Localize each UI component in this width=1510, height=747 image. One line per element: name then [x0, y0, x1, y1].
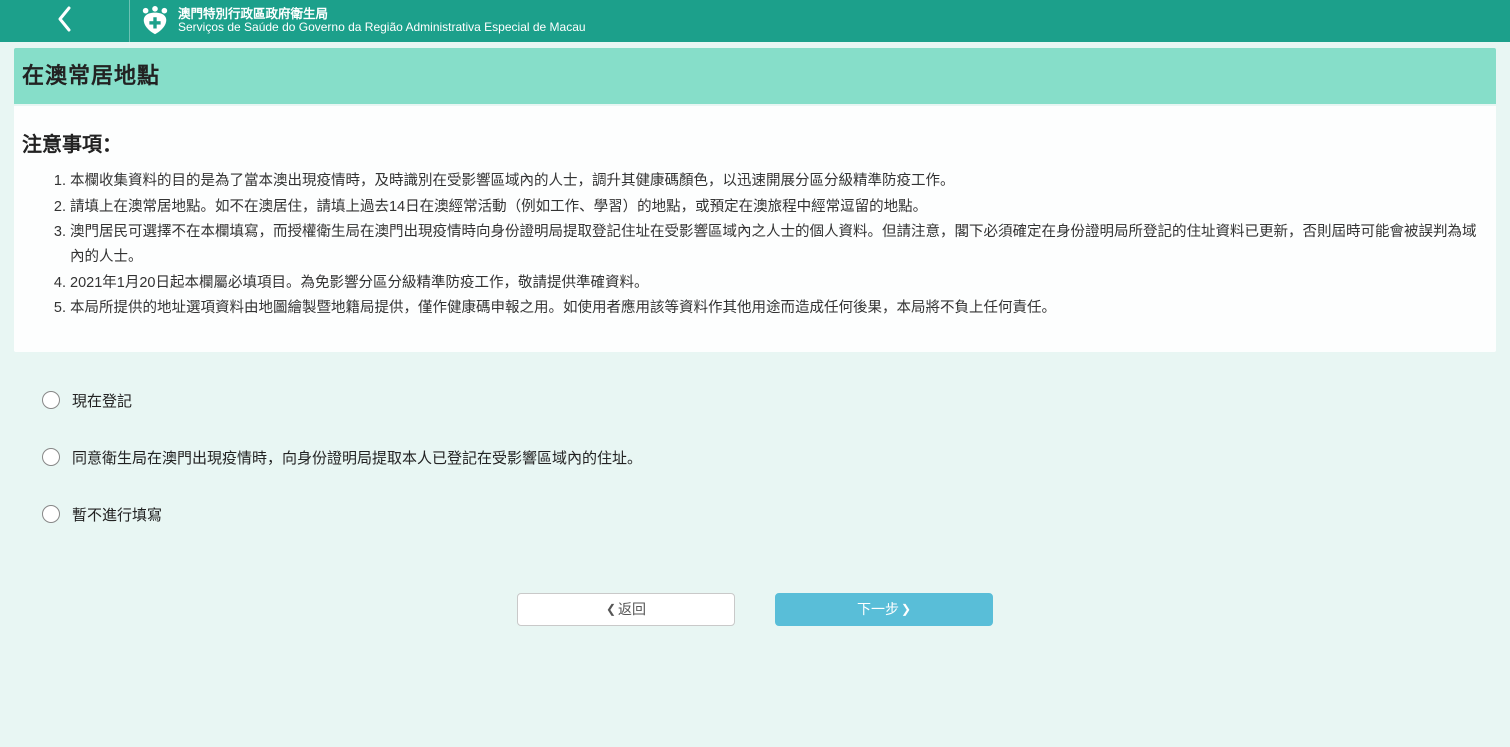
top-header: 澳門特別行政區政府衛生局 Serviços de Saúde do Govern… — [0, 0, 1510, 42]
notice-card: 注意事項： 本欄收集資料的目的是為了當本澳出現疫情時，及時識別在受影響區域內的人… — [14, 106, 1496, 352]
option-authorize-dsi[interactable]: 同意衛生局在澳門出現疫情時，向身份證明局提取本人已登記在受影響區域內的住址。 — [42, 447, 1468, 468]
back-button[interactable] — [0, 0, 130, 42]
option-register-now[interactable]: 現在登記 — [42, 390, 1468, 411]
page-title: 在澳常居地點 — [22, 58, 1488, 90]
org-name-zh: 澳門特別行政區政府衛生局 — [178, 8, 586, 22]
notice-item: 2021年1月20日起本欄屬必填項目。為免影響分區分級精準防疫工作，敬請提供準確… — [70, 271, 1488, 296]
next-label: 下一步 — [857, 599, 899, 619]
health-bureau-logo-icon — [140, 6, 170, 36]
header-branding: 澳門特別行政區政府衛生局 Serviços de Saúde do Govern… — [130, 6, 586, 36]
notice-list: 本欄收集資料的目的是為了當本澳出現疫情時，及時識別在受影響區域內的人士，調升其健… — [22, 169, 1488, 321]
option-label: 現在登記 — [72, 390, 132, 411]
options-group: 現在登記 同意衛生局在澳門出現疫情時，向身份證明局提取本人已登記在受影響區域內的… — [14, 390, 1496, 525]
chevron-right-icon: ❯ — [901, 602, 911, 616]
option-label: 同意衛生局在澳門出現疫情時，向身份證明局提取本人已登記在受影響區域內的住址。 — [72, 447, 642, 468]
next-nav-button[interactable]: 下一步 ❯ — [775, 593, 993, 626]
radio-icon — [42, 448, 60, 466]
notice-heading: 注意事項： — [22, 128, 1488, 157]
nav-buttons: ❮ 返回 下一步 ❯ — [0, 593, 1510, 666]
notice-item: 澳門居民可選擇不在本欄填寫，而授權衛生局在澳門出現疫情時向身份證明局提取登記住址… — [70, 220, 1488, 269]
notice-item: 本局所提供的地址選項資料由地圖繪製暨地籍局提供，僅作健康碼申報之用。如使用者應用… — [70, 296, 1488, 321]
chevron-left-icon — [57, 6, 73, 37]
page-title-strip: 在澳常居地點 — [14, 48, 1496, 104]
back-label: 返回 — [618, 599, 646, 619]
option-skip[interactable]: 暫不進行填寫 — [42, 504, 1468, 525]
radio-icon — [42, 505, 60, 523]
org-name-pt: Serviços de Saúde do Governo da Região A… — [178, 21, 586, 34]
notice-item: 請填上在澳常居地點。如不在澳居住，請填上過去14日在澳經常活動（例如工作、學習）… — [70, 195, 1488, 220]
chevron-left-icon: ❮ — [606, 602, 616, 616]
back-nav-button[interactable]: ❮ 返回 — [517, 593, 735, 626]
radio-icon — [42, 391, 60, 409]
notice-item: 本欄收集資料的目的是為了當本澳出現疫情時，及時識別在受影響區域內的人士，調升其健… — [70, 169, 1488, 194]
option-label: 暫不進行填寫 — [72, 504, 162, 525]
